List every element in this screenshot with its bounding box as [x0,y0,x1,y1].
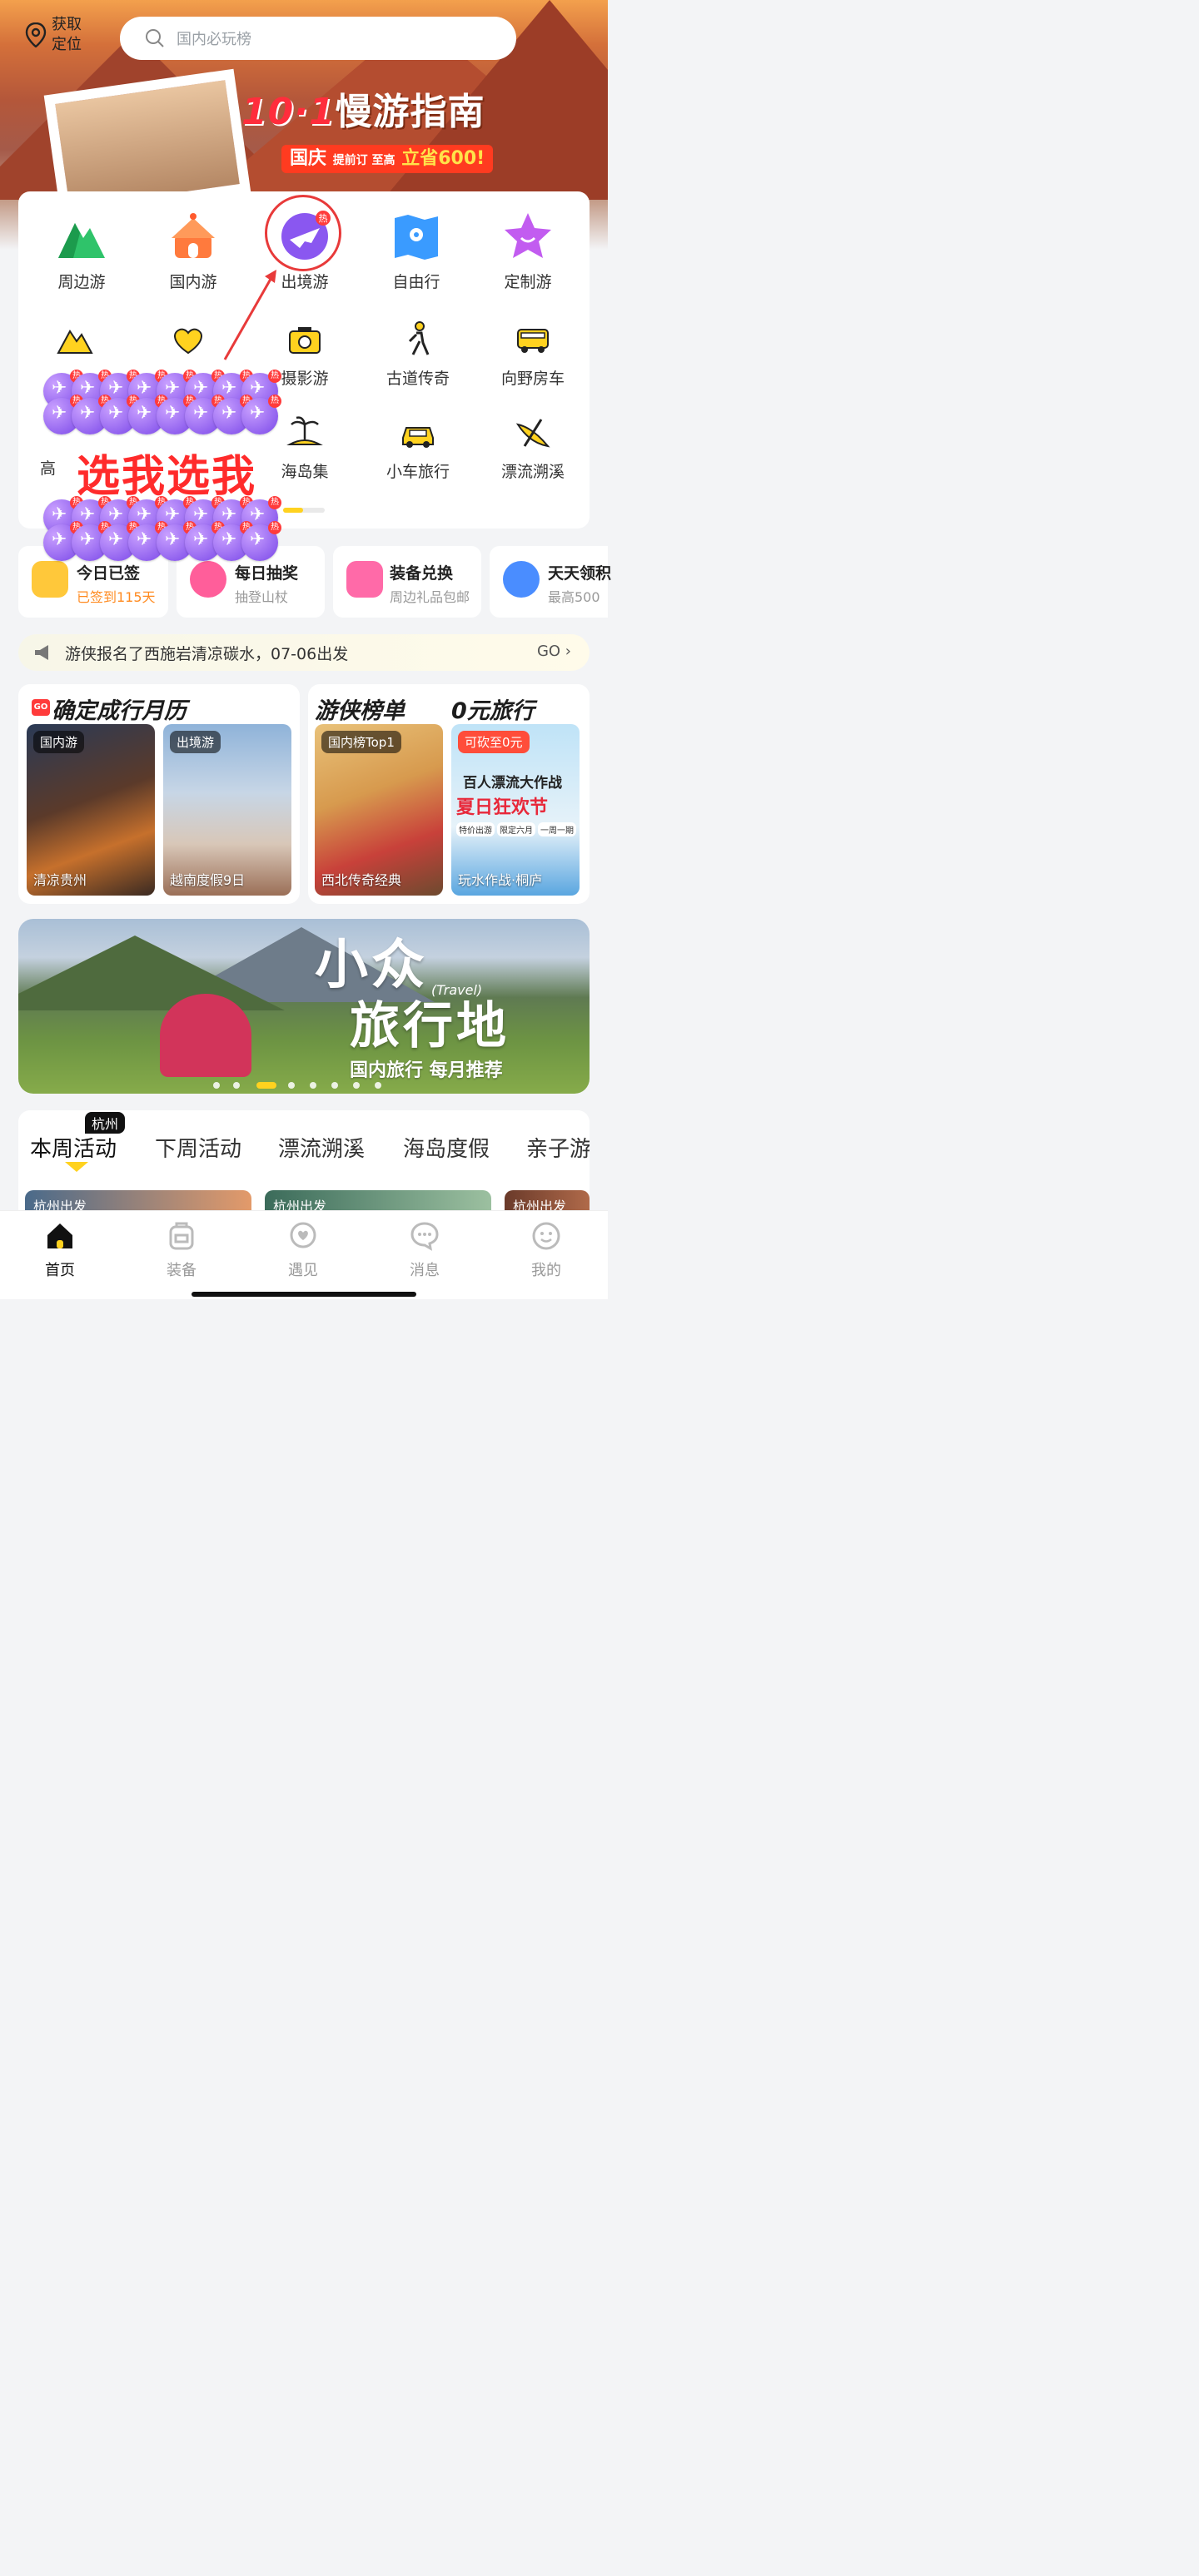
notice-text: 游侠报名了西施岩清凉碳水，07-06出发 [65,644,349,663]
hero-subtitle: 国庆 提前订 至高 立省600! [281,145,494,173]
calendar-card[interactable]: GO 确定成行月历 国内游 清凉贵州 出境游 越南度假9日 [18,684,300,904]
home-indicator [192,1292,416,1297]
backpack-icon [169,1222,194,1250]
location-heart-icon [290,1222,316,1248]
tab-next-week[interactable]: 下周活动 [155,1132,241,1163]
search-icon [146,29,164,47]
carousel-dot[interactable] [331,1082,338,1089]
search-placeholder: 国内必玩榜 [177,31,251,48]
nav-home[interactable]: 首页 [27,1220,93,1280]
location-button[interactable]: 获取 定位 [25,15,88,55]
nav-messages[interactable]: 消息 [391,1220,458,1280]
chevron-right-icon: › [565,643,571,660]
rank-card[interactable]: 游侠榜单 0元旅行 国内榜Top1 西北传奇经典 可砍至0元 百人漂流大作战 夏… [308,684,590,904]
category-custom[interactable]: 定制游 [478,210,578,292]
thumb-rafting[interactable]: 可砍至0元 百人漂流大作战 夏日狂欢节 特价出游 限定六月 一周一期 玩水作战·… [451,724,580,896]
hiker-icon [398,320,438,360]
notice-go-link[interactable]: GO › [537,643,571,660]
carousel-dot[interactable] [233,1082,240,1089]
calendar-title: 确定成行月历 [52,698,187,724]
tab-island[interactable]: 海岛度假 [403,1132,490,1163]
sticker-plane-icon: 热 [241,521,281,561]
star-icon [501,210,555,263]
category-ancient-trail[interactable]: 古道传奇 [368,320,468,389]
thumb-vietnam[interactable]: 出境游 越南度假9日 [163,724,291,896]
category-independent[interactable]: 自由行 [366,210,466,292]
mountain-shape [18,936,285,1010]
arrow-icon [223,270,276,360]
highlight-circle [265,195,341,271]
category-hiking[interactable] [25,320,125,366]
points-card[interactable]: 天天领积 最高500 [490,546,611,618]
tab-this-week[interactable]: 本周活动 [30,1132,117,1163]
calendar-icon [32,561,68,598]
category-nearby[interactable]: 周边游 [32,210,132,292]
tab-family[interactable]: 亲子游 [526,1132,590,1163]
nav-meet[interactable]: 遇见 [270,1220,336,1280]
exchange-card[interactable]: 装备兑换 周边礼品包邮 [333,546,481,618]
target-icon [503,561,540,598]
banner-title-line2: 旅行地 [350,997,510,1055]
notice-bar[interactable]: 游侠报名了西施岩清凉碳水，07-06出发 GO › [18,634,590,671]
tab-rafting[interactable]: 漂流溯溪 [278,1132,365,1163]
smile-icon [532,1222,560,1250]
map-icon [390,210,443,263]
sticker-plane-icon: 热 [241,395,281,434]
green-mountain-icon [55,210,108,263]
carousel-dot-active[interactable] [256,1082,276,1089]
mountain-outline-icon [55,320,95,360]
heart-outline-icon [168,320,208,360]
thumb-northwest[interactable]: 国内榜Top1 西北传奇经典 [315,724,443,896]
thumb-guizhou[interactable]: 国内游 清凉贵州 [27,724,155,896]
category-car-trip[interactable]: 小车旅行 [368,413,468,482]
home-icon [47,1223,72,1248]
gift-box-icon [346,561,383,598]
go-badge-icon: GO [32,699,50,716]
rv-icon [513,320,553,360]
tab-indicator [65,1162,88,1172]
nav-profile[interactable]: 我的 [513,1220,580,1280]
carousel-dot[interactable] [310,1082,316,1089]
car-icon [398,413,438,453]
megaphone-icon [35,645,48,660]
banner-subtitle: 国内旅行 每月推荐 [350,1060,503,1081]
pick-me-text: 选我选我 [77,452,257,502]
carousel-dot[interactable] [213,1082,220,1089]
category-rv[interactable]: 向野房车 [483,320,583,389]
island-icon [285,413,325,453]
free-title: 0元旅行 [451,698,535,724]
city-badge[interactable]: 杭州 [85,1112,126,1134]
search-input[interactable]: 国内必玩榜 [120,17,516,60]
location-pin-icon [25,22,47,47]
nav-gear[interactable]: 装备 [148,1220,215,1280]
rank-title: 游侠榜单 [315,698,405,724]
wheel-icon [190,561,226,598]
category-rafting[interactable]: 漂流溯溪 [483,413,583,482]
location-label: 获取 定位 [52,16,82,53]
hero-title: 10·1慢游指南 [241,91,485,133]
kayak-icon [513,413,553,453]
carousel-dot[interactable] [375,1082,381,1089]
camera-icon [285,320,325,360]
chat-icon [410,1222,439,1251]
temple-icon [167,210,220,263]
carousel-dot[interactable] [288,1082,295,1089]
woman-dress-shape [160,994,251,1077]
carousel-dot[interactable] [353,1082,360,1089]
